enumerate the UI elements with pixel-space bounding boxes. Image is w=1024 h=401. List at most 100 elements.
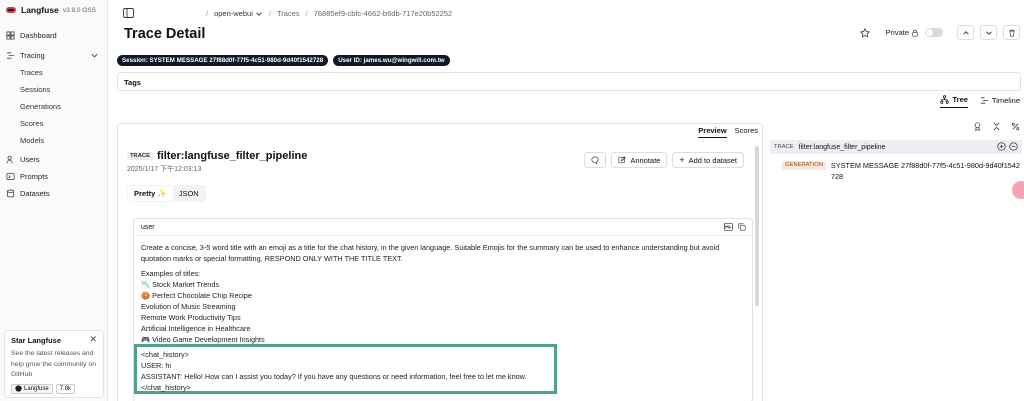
star-card-title: Star Langfuse xyxy=(11,336,62,345)
github-row: Langfuse 7.8k xyxy=(11,383,97,394)
page-title: Trace Detail xyxy=(124,26,206,42)
markdown-icon[interactable] xyxy=(724,223,733,231)
sidebar-item-label: Users xyxy=(20,155,40,164)
tags-section[interactable]: Tags xyxy=(117,72,1021,91)
brand-version: v3.8.0 OSS xyxy=(62,6,97,14)
tree-generation-node[interactable]: GENERATION SYSTEM MESSAGE 27f88d0f-77f5-… xyxy=(782,160,1022,182)
github-star-button[interactable]: Langfuse xyxy=(11,383,53,394)
dashboard-icon xyxy=(6,31,15,40)
breadcrumb-project[interactable]: open-webui xyxy=(214,9,253,18)
percent-icon[interactable] xyxy=(1011,122,1020,131)
sidebar-item-traces[interactable]: Traces xyxy=(0,64,107,81)
chevron-down-icon[interactable] xyxy=(255,10,263,18)
breadcrumb-trace-id: 76885ef9-cbfc-4662-b6db-717e20b52252 xyxy=(313,9,453,18)
sidebar-item-generations[interactable]: Generations xyxy=(0,98,107,115)
brand[interactable]: Langfuse v3.8.0 OSS xyxy=(0,1,107,19)
floating-help-button[interactable] xyxy=(1012,181,1024,199)
trace-type-badge: TRACE xyxy=(127,152,153,160)
edit-icon xyxy=(618,156,626,164)
tab-timeline[interactable]: Timeline xyxy=(980,96,1020,108)
tab-scores[interactable]: Scores xyxy=(735,126,758,138)
tree-root-name: filter:langfuse_filter_pipeline xyxy=(798,143,886,151)
collapse-minus-icon[interactable] xyxy=(1009,142,1018,151)
format-json-button[interactable]: JSON xyxy=(173,186,205,201)
session-pill[interactable]: Session: SYSTEM MESSAGE 27f88d0f-77f5-4c… xyxy=(117,55,329,66)
comment-button[interactable] xyxy=(584,152,607,168)
chevron-down-icon xyxy=(985,30,992,35)
tree-icon xyxy=(940,95,950,104)
brand-name: Langfuse xyxy=(21,5,59,15)
award-icon[interactable] xyxy=(973,122,982,131)
sidebar-item-models[interactable]: Models xyxy=(0,132,107,149)
scrollbar[interactable] xyxy=(755,146,759,306)
trash-icon xyxy=(1008,29,1015,37)
private-label: Private xyxy=(885,28,909,37)
breadcrumb-separator: / xyxy=(206,9,209,18)
users-icon xyxy=(6,155,13,164)
format-pretty-button[interactable]: Pretty ✨ xyxy=(128,186,173,201)
sidebar-item-scores[interactable]: Scores xyxy=(0,115,107,132)
plus-icon: + xyxy=(679,155,685,165)
prompts-icon xyxy=(6,172,15,181)
chat-history-line: USER: hi xyxy=(141,361,172,370)
annotate-button[interactable]: Annotate xyxy=(611,152,668,168)
next-trace-button[interactable] xyxy=(980,25,997,40)
sidebar-item-datasets[interactable]: Datasets xyxy=(0,185,107,202)
examples-heading: Examples of titles: xyxy=(141,269,201,278)
langfuse-logo-icon xyxy=(6,7,16,13)
message-content: Create a concise, 3-5 word title with an… xyxy=(134,236,752,351)
close-icon[interactable]: ✕ xyxy=(89,334,97,345)
chevron-down-icon xyxy=(91,53,98,58)
trace-timestamp: 2025/1/17 下午12:03:13 xyxy=(127,166,202,173)
sidebar-item-prompts[interactable]: Prompts xyxy=(0,168,107,185)
previous-trace-button[interactable] xyxy=(957,25,974,40)
copy-icon[interactable] xyxy=(738,223,746,231)
sidebar-item-tracing[interactable]: Tracing xyxy=(0,47,107,64)
sidebar-item-dashboard[interactable]: Dashboard xyxy=(0,27,107,44)
chat-history-line: ASSISTANT: Hello! How can I assist you t… xyxy=(141,372,527,381)
tab-tree[interactable]: Tree xyxy=(940,95,968,108)
star-card-text: See the latest releases and help grow th… xyxy=(11,350,97,378)
database-icon xyxy=(6,189,15,198)
trace-actions: Annotate + Add to dataset xyxy=(584,152,744,168)
tree-root-node[interactable]: TRACE filter:langfuse_filter_pipeline xyxy=(770,140,1022,154)
expand-plus-icon[interactable] xyxy=(997,142,1006,151)
private-switch[interactable] xyxy=(925,28,943,37)
sidebar: Langfuse v3.8.0 OSS Dashboard Tracing Tr… xyxy=(0,0,108,401)
tags-label: Tags xyxy=(124,78,141,87)
tab-tree-label: Tree xyxy=(952,95,968,104)
view-mode-tabs: Tree Timeline xyxy=(940,95,1020,108)
private-toggle-group: Private xyxy=(876,28,943,37)
collapse-icon[interactable] xyxy=(992,122,1001,131)
delete-trace-button[interactable] xyxy=(1003,25,1020,40)
star-icon[interactable] xyxy=(859,27,870,38)
lock-icon xyxy=(912,29,918,37)
message-role: user xyxy=(141,223,155,231)
example-title: Remote Work Productivity Tips xyxy=(141,313,241,322)
chat-history-line: </chat_history> xyxy=(141,383,191,392)
user-id-pill[interactable]: User ID: james.wu@wingwill.com.tw xyxy=(333,55,450,66)
sidebar-toggle-icon[interactable] xyxy=(123,8,134,18)
chat-history-line: <chat_history> xyxy=(141,350,189,359)
sidebar-item-label: Prompts xyxy=(20,172,48,181)
github-icon xyxy=(15,385,22,392)
message-header: user xyxy=(134,219,752,236)
top-bar: / open-webui / Traces / 76885ef9-cbfc-46… xyxy=(108,0,1024,26)
example-title: 📉 Stock Market Trends xyxy=(141,280,220,289)
add-to-dataset-button[interactable]: + Add to dataset xyxy=(672,152,744,168)
sidebar-nav: Dashboard Tracing Traces Sessions Genera… xyxy=(0,27,107,202)
message-tools xyxy=(724,223,746,231)
sidebar-item-label: Tracing xyxy=(20,51,45,60)
breadcrumb-separator: / xyxy=(268,9,271,18)
add-to-dataset-label: Add to dataset xyxy=(688,155,737,165)
breadcrumb-traces[interactable]: Traces xyxy=(277,9,300,18)
tab-preview[interactable]: Preview xyxy=(698,126,727,138)
sidebar-item-users[interactable]: Users xyxy=(0,151,107,168)
star-langfuse-card: Star Langfuse ✕ See the latest releases … xyxy=(4,330,104,398)
example-title: Artificial Intelligence in Healthcare xyxy=(141,324,251,333)
comment-icon xyxy=(591,156,599,164)
tree-toolbar xyxy=(973,122,1020,131)
trace-meta-pills: Session: SYSTEM MESSAGE 27f88d0f-77f5-4c… xyxy=(117,55,450,66)
sidebar-item-sessions[interactable]: Sessions xyxy=(0,81,107,98)
generation-name: SYSTEM MESSAGE 27f88d0f-77f5-4c51-980d-9… xyxy=(830,161,1020,181)
